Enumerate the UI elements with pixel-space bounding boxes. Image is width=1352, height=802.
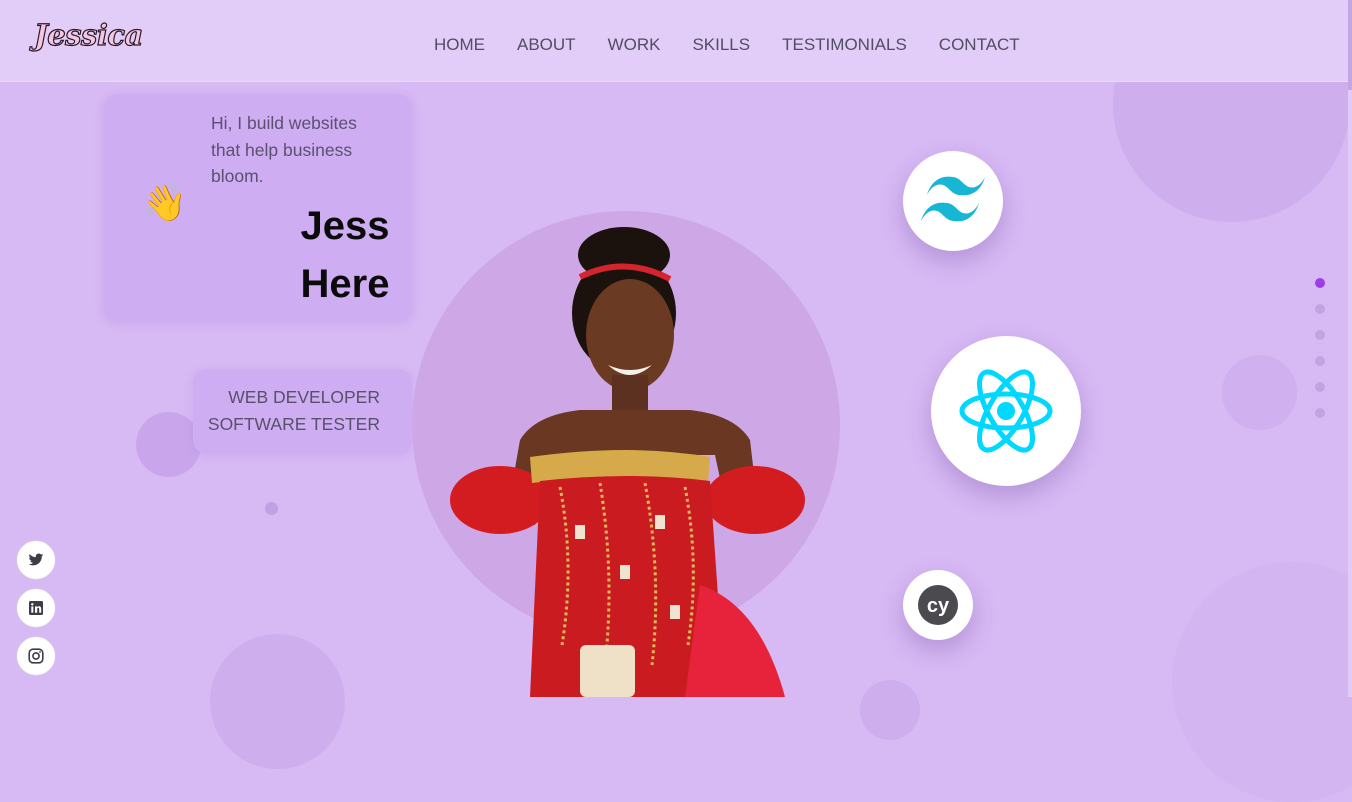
bg-bubble-bottom-right [1172,562,1352,802]
section-dot-3[interactable] [1315,330,1325,340]
instagram-icon [28,648,44,664]
logo[interactable]: Jessica [33,17,143,52]
section-dot-2[interactable] [1315,304,1325,314]
section-dot-5[interactable] [1315,382,1325,392]
nav-work[interactable]: WORK [608,35,661,55]
bg-bubble-bottom-center [860,680,920,740]
react-icon [959,369,1053,453]
section-dot-4[interactable] [1315,356,1325,366]
greeting-text: Hi, I build websites that help business … [211,113,357,186]
main-nav: HOME ABOUT WORK SKILLS TESTIMONIALS CONT… [434,35,1020,55]
linkedin-icon [29,601,43,615]
instagram-button[interactable] [16,636,56,676]
cypress-badge: cy [903,570,973,640]
nav-contact[interactable]: CONTACT [939,35,1020,55]
tailwind-badge [903,151,1003,251]
nav-testimonials[interactable]: TESTIMONIALS [782,35,907,55]
bg-bubble-bottom-left [210,634,345,769]
cypress-label: cy [927,595,950,617]
section-dot-6[interactable] [1315,408,1325,418]
role-card: WEB DEVELOPER SOFTWARE TESTER [193,369,412,454]
portrait-image [450,227,805,697]
bg-bubble-right [1222,355,1297,430]
nav-about[interactable]: ABOUT [517,35,576,55]
bg-bubble-small [265,502,278,515]
greeting-card: 👋 Hi, I build websites that help busines… [104,94,412,321]
twitter-icon [28,553,44,566]
hero-name: Jess Here [295,197,395,313]
cypress-icon: cy [918,585,958,625]
scrollbar[interactable] [1348,0,1352,697]
hero-name-line2: Here [300,262,390,306]
react-badge [931,336,1081,486]
hero-name-line1: Jess [300,204,390,248]
section-dots [1315,278,1325,434]
waving-hand-icon: 👋 [142,183,187,224]
navbar: Jessica HOME ABOUT WORK SKILLS TESTIMONI… [0,0,1348,82]
tailwind-icon [921,176,985,222]
linkedin-button[interactable] [16,588,56,628]
section-dot-1[interactable] [1315,278,1325,288]
twitter-button[interactable] [16,540,56,580]
role-web-developer: WEB DEVELOPER [228,387,380,407]
nav-skills[interactable]: SKILLS [692,35,750,55]
nav-home[interactable]: HOME [434,35,485,55]
scrollbar-thumb[interactable] [1348,0,1352,90]
role-software-tester: SOFTWARE TESTER [207,414,380,434]
